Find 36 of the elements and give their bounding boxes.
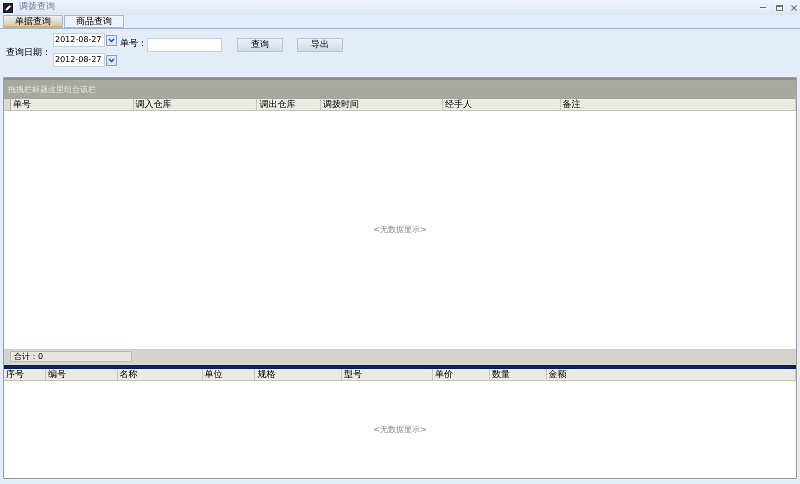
date-label: 查询日期： [6, 47, 51, 60]
column-header[interactable]: 经手人 [442, 99, 561, 110]
date-field[interactable]: 2012-08-27 [53, 53, 105, 67]
date-field[interactable]: 2012-08-27 [53, 33, 105, 47]
group-panel-hint: 拖拽栏标题这里组合该栏 [8, 84, 96, 96]
restore-icon[interactable] [776, 4, 783, 10]
column-header[interactable]: 单位 [202, 369, 256, 380]
column-header[interactable]: 规格 [255, 369, 342, 380]
column-header[interactable]: 调入仓库 [134, 99, 258, 110]
pen-icon [3, 2, 13, 12]
window-title: 调拨查询 [19, 0, 55, 14]
total-summary: 合计：0 [10, 350, 132, 362]
column-header[interactable]: 序号 [4, 369, 46, 380]
chevron-down-icon [108, 58, 115, 62]
column-header[interactable]: 单号 [10, 99, 134, 110]
empty-message: <无数据显示> [373, 424, 427, 436]
export-button[interactable]: 导出 [297, 38, 343, 52]
column-header[interactable]: 型号 [342, 369, 433, 380]
chevron-down-icon [108, 38, 115, 42]
empty-message: <无数据显示> [373, 224, 427, 236]
number-field[interactable] [147, 38, 222, 52]
column-header[interactable]: 调拨时间 [321, 99, 443, 110]
tab[interactable]: 商品查询 [64, 15, 124, 28]
column-header[interactable]: 名称 [118, 369, 203, 380]
number-label: 单号： [120, 38, 147, 52]
tab[interactable]: 单据查询 [3, 15, 63, 28]
column-header[interactable]: 数量 [490, 369, 547, 380]
dropdown-button[interactable] [106, 54, 117, 66]
column-header[interactable]: 金额 [546, 369, 796, 380]
column-header[interactable]: 编号 [46, 369, 118, 380]
search-button[interactable]: 查询 [237, 38, 283, 52]
close-icon[interactable] [791, 4, 797, 10]
column-header[interactable]: 单价 [432, 369, 490, 380]
column-header[interactable]: 备注 [560, 99, 796, 110]
dropdown-button[interactable] [106, 34, 117, 46]
column-header[interactable]: 调出仓库 [257, 99, 322, 110]
